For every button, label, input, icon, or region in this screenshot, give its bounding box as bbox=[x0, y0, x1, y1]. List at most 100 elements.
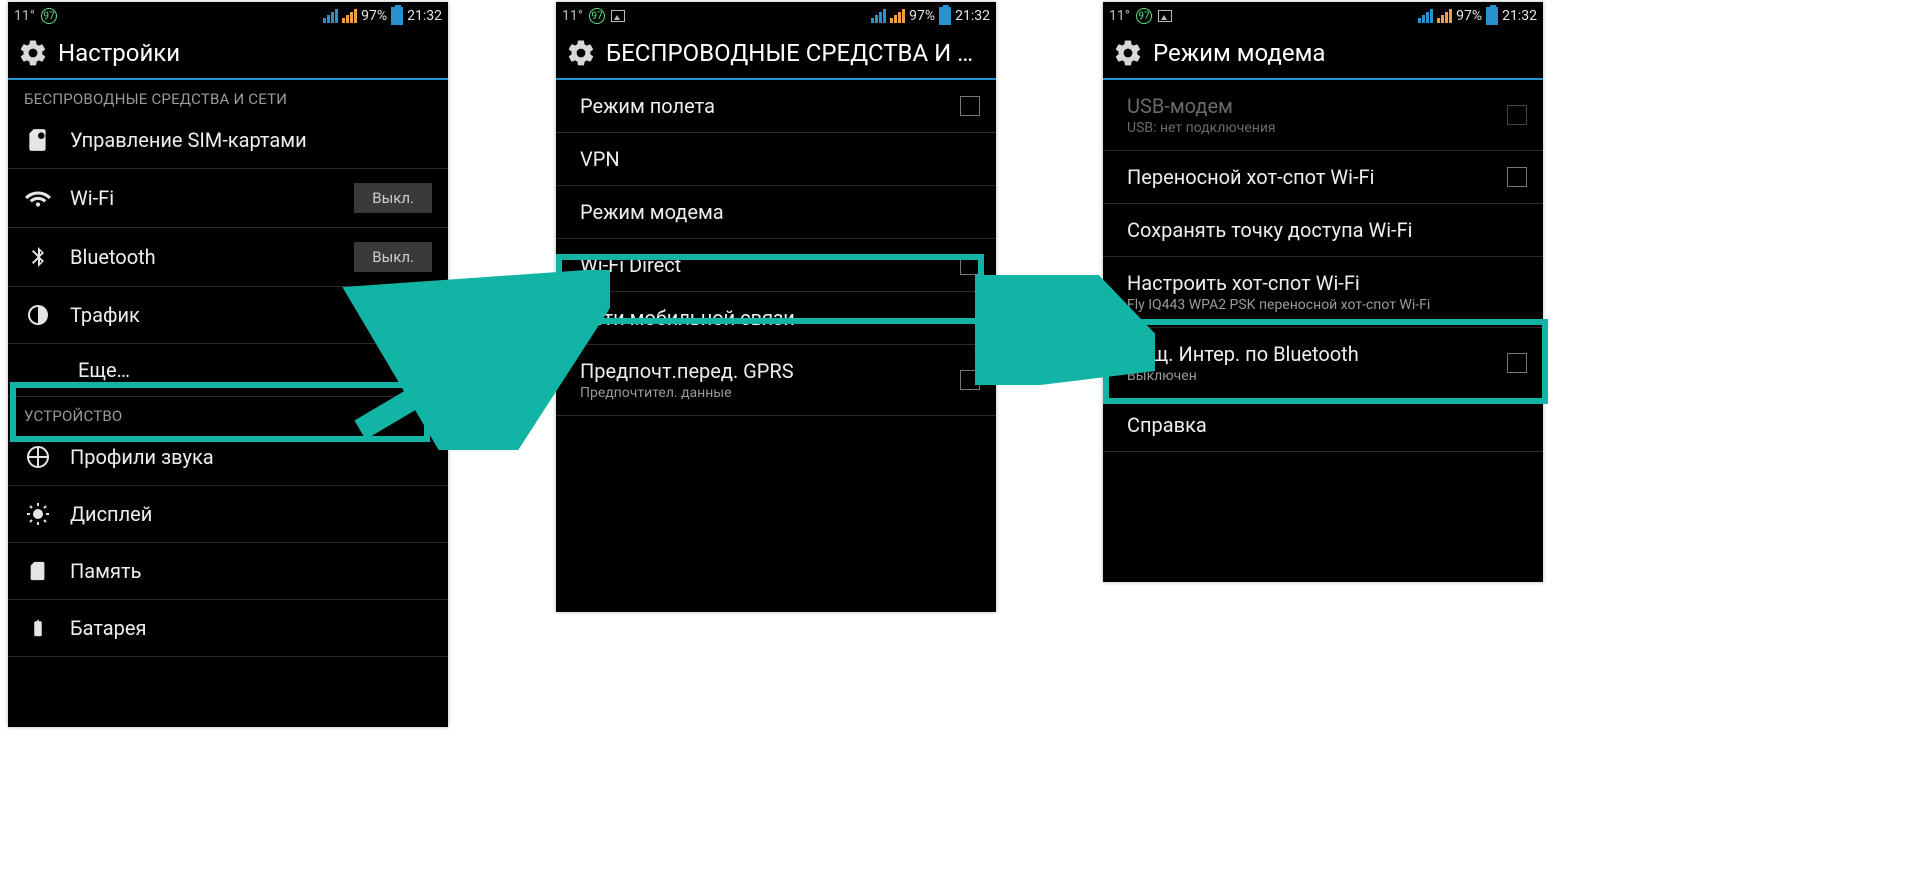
page-title: БЕСПРОВОДНЫЕ СРЕДСТВА И СЕ… bbox=[606, 39, 986, 67]
row-label: Bluetooth bbox=[70, 245, 336, 269]
row-sim[interactable]: Управление SIM-картами bbox=[8, 112, 448, 169]
hotspot-checkbox[interactable] bbox=[1507, 167, 1527, 187]
row-label: Еще… bbox=[32, 358, 432, 382]
row-bluetooth[interactable]: Bluetooth Выкл. bbox=[8, 228, 448, 287]
row-label: Режим полета bbox=[580, 94, 942, 118]
bluetooth-toggle[interactable]: Выкл. bbox=[354, 242, 432, 272]
title-bar: Режим модема bbox=[1103, 30, 1543, 80]
status-temp: 11° bbox=[562, 8, 583, 24]
bt-share-checkbox[interactable] bbox=[1507, 353, 1527, 373]
row-bt-share[interactable]: Общ. Интер. по Bluetooth Выключен bbox=[1103, 328, 1543, 399]
wifi-toggle[interactable]: Выкл. bbox=[354, 183, 432, 213]
status-badge: 97 bbox=[1136, 8, 1152, 24]
row-label: Батарея bbox=[70, 616, 432, 640]
row-label: Дисплей bbox=[70, 502, 432, 526]
row-label: Режим модема bbox=[580, 200, 980, 224]
usb-checkbox bbox=[1507, 105, 1527, 125]
row-vpn[interactable]: VPN bbox=[556, 133, 996, 186]
airplane-checkbox[interactable] bbox=[960, 96, 980, 116]
row-wifi[interactable]: Wi-Fi Выкл. bbox=[8, 169, 448, 228]
title-bar: Настройки bbox=[8, 30, 448, 80]
battery-pct: 97% bbox=[1456, 8, 1482, 24]
status-temp: 11° bbox=[14, 8, 35, 24]
section-device: УСТРОЙСТВО bbox=[8, 397, 448, 429]
row-label: Справка bbox=[1127, 413, 1527, 437]
page-title: Режим модема bbox=[1153, 39, 1325, 67]
row-usb-modem: USB-модем USB: нет подключения bbox=[1103, 80, 1543, 151]
row-label: Память bbox=[70, 559, 432, 583]
row-sublabel: Выключен bbox=[1127, 368, 1489, 384]
page-title: Настройки bbox=[58, 39, 180, 67]
status-time: 21:32 bbox=[407, 8, 442, 24]
row-sublabel: Fly IQ443 WPA2 PSK переносной хот-спот W… bbox=[1127, 297, 1527, 313]
signal-1-icon bbox=[1418, 9, 1433, 23]
screenshot-wireless: 11° 97 97% 21:32 БЕСПРОВОДНЫЕ СРЕДСТВА И… bbox=[556, 2, 996, 612]
gprs-checkbox[interactable] bbox=[960, 370, 980, 390]
row-label: Управление SIM-картами bbox=[70, 128, 432, 152]
row-label: Предпочт.перед. GPRS bbox=[580, 359, 942, 383]
battery-pct: 97% bbox=[361, 8, 387, 24]
row-mobile-networks[interactable]: Сети мобильной связи bbox=[556, 292, 996, 345]
status-badge: 97 bbox=[41, 8, 57, 24]
row-sublabel: USB: нет подключения bbox=[1127, 120, 1489, 136]
wifi-icon bbox=[24, 184, 52, 212]
traffic-icon bbox=[24, 301, 52, 329]
battery-icon bbox=[391, 7, 403, 25]
row-label: Wi-Fi bbox=[70, 186, 336, 210]
screenshot-settings: 11° 97 97% 21:32 Настройки БЕСПРОВОДНЫЕ … bbox=[8, 2, 448, 727]
battery-icon bbox=[1486, 7, 1498, 25]
bluetooth-icon bbox=[24, 243, 52, 271]
signal-1-icon bbox=[871, 9, 886, 23]
row-tethering[interactable]: Режим модема bbox=[556, 186, 996, 239]
row-label: VPN bbox=[580, 147, 980, 171]
row-label: Общ. Интер. по Bluetooth bbox=[1127, 342, 1489, 366]
gear-icon bbox=[1113, 38, 1143, 68]
row-airplane[interactable]: Режим полета bbox=[556, 80, 996, 133]
row-display[interactable]: Дисплей bbox=[8, 486, 448, 543]
memory-icon bbox=[24, 557, 52, 585]
signal-2-icon bbox=[890, 9, 905, 23]
screenshot-tethering: 11° 97 97% 21:32 Режим модема USB-модем … bbox=[1103, 2, 1543, 582]
signal-2-icon bbox=[1437, 9, 1452, 23]
row-memory[interactable]: Память bbox=[8, 543, 448, 600]
audio-icon bbox=[24, 443, 52, 471]
row-hotspot[interactable]: Переносной хот-спот Wi-Fi bbox=[1103, 151, 1543, 204]
section-wireless: БЕСПРОВОДНЫЕ СРЕДСТВА И СЕТИ bbox=[8, 80, 448, 112]
row-label: Переносной хот-спот Wi-Fi bbox=[1127, 165, 1489, 189]
row-configure-hotspot[interactable]: Настроить хот-спот Wi-Fi Fly IQ443 WPA2 … bbox=[1103, 257, 1543, 328]
status-bar: 11° 97 97% 21:32 bbox=[1103, 2, 1543, 30]
row-sublabel: Предпочтител. данные bbox=[580, 385, 942, 401]
display-icon bbox=[24, 500, 52, 528]
row-label: Сохранять точку доступа Wi-Fi bbox=[1127, 218, 1527, 242]
row-help[interactable]: Справка bbox=[1103, 399, 1543, 452]
row-label: USB-модем bbox=[1127, 94, 1489, 118]
signal-1-icon bbox=[323, 9, 338, 23]
row-audio[interactable]: Профили звука bbox=[8, 429, 448, 486]
sim-icon bbox=[24, 126, 52, 154]
row-wifi-direct[interactable]: Wi-Fi Direct bbox=[556, 239, 996, 292]
row-gprs[interactable]: Предпочт.перед. GPRS Предпочтител. данны… bbox=[556, 345, 996, 416]
row-label: Wi-Fi Direct bbox=[580, 253, 942, 277]
picture-icon bbox=[611, 10, 625, 22]
status-bar: 11° 97 97% 21:32 bbox=[556, 2, 996, 30]
status-temp: 11° bbox=[1109, 8, 1130, 24]
status-badge: 97 bbox=[589, 8, 605, 24]
row-keep-ap[interactable]: Сохранять точку доступа Wi-Fi bbox=[1103, 204, 1543, 257]
wifi-direct-checkbox[interactable] bbox=[960, 255, 980, 275]
row-label: Сети мобильной связи bbox=[580, 306, 980, 330]
picture-icon bbox=[1158, 10, 1172, 22]
title-bar: БЕСПРОВОДНЫЕ СРЕДСТВА И СЕ… bbox=[556, 30, 996, 80]
battery-pct: 97% bbox=[909, 8, 935, 24]
status-time: 21:32 bbox=[1502, 8, 1537, 24]
gear-icon bbox=[18, 38, 48, 68]
gear-icon bbox=[566, 38, 596, 68]
status-time: 21:32 bbox=[955, 8, 990, 24]
signal-2-icon bbox=[342, 9, 357, 23]
row-more[interactable]: Еще… bbox=[8, 344, 448, 397]
row-battery[interactable]: Батарея bbox=[8, 600, 448, 657]
row-traffic[interactable]: Трафик bbox=[8, 287, 448, 344]
row-label: Трафик bbox=[70, 303, 432, 327]
battery-row-icon bbox=[24, 614, 52, 642]
row-label: Профили звука bbox=[70, 445, 432, 469]
battery-icon bbox=[939, 7, 951, 25]
